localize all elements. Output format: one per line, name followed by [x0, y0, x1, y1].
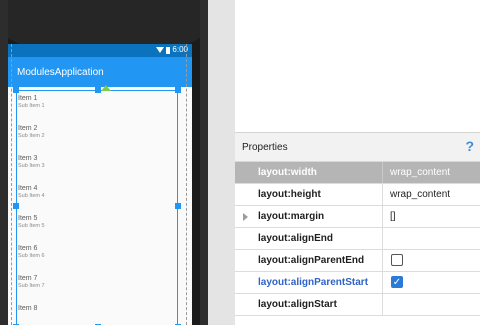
list-item-title: Item 8: [18, 305, 38, 312]
list-item-subtitle: Sub Item 6: [18, 253, 45, 259]
list-item[interactable]: Item 1 Sub Item 1: [8, 87, 192, 117]
list-item-subtitle: Sub Item 5: [18, 223, 45, 229]
column-divider: [382, 272, 383, 293]
properties-header: Properties ?: [235, 133, 480, 162]
properties-panel: Properties ? layout:width wrap_content l…: [235, 132, 480, 326]
column-divider: [382, 184, 383, 205]
list-item[interactable]: Item 3 Sub Item 3: [8, 147, 192, 177]
column-divider: [382, 206, 383, 227]
list-item-subtitle: Sub Item 7: [18, 283, 45, 289]
property-value[interactable]: []: [390, 211, 396, 222]
property-name: layout:alignStart: [258, 299, 337, 310]
column-divider: [382, 294, 383, 315]
list-item[interactable]: Item 6 Sub Item 6: [8, 237, 192, 267]
list-item[interactable]: Item 2 Sub Item 2: [8, 117, 192, 147]
property-name: layout:height: [258, 189, 321, 200]
property-name: layout:alignParentStart: [258, 277, 369, 288]
property-name: layout:margin: [258, 211, 325, 222]
help-icon[interactable]: ?: [465, 138, 474, 154]
property-row-align-end[interactable]: layout:alignEnd: [235, 228, 480, 250]
property-row-height[interactable]: layout:height wrap_content: [235, 184, 480, 206]
list-item[interactable]: Item 5 Sub Item 5: [8, 207, 192, 237]
list-view[interactable]: Item 1 Sub Item 1 Item 2 Sub Item 2 Item…: [8, 87, 192, 325]
device-screen[interactable]: 6:00 ModulesApplication Item 1 Sub Item …: [8, 44, 192, 325]
list-item-subtitle: Sub Item 2: [18, 133, 45, 139]
list-item-subtitle: Sub Item 1: [18, 103, 45, 109]
properties-title: Properties: [242, 142, 288, 153]
list-item-title: Item 2: [18, 125, 38, 132]
list-item-title: Item 6: [18, 245, 38, 252]
battery-icon: [166, 46, 171, 54]
status-icons: 6:00: [156, 45, 188, 55]
property-name: layout:alignEnd: [258, 233, 333, 244]
list-item-title: Item 3: [18, 155, 38, 162]
property-row-margin[interactable]: layout:margin []: [235, 206, 480, 228]
list-item[interactable]: Item 7 Sub Item 7: [8, 267, 192, 297]
device-frame: 6:00 ModulesApplication Item 1 Sub Item …: [0, 0, 208, 325]
property-row-align-start[interactable]: layout:alignStart: [235, 294, 480, 316]
property-value[interactable]: wrap_content: [390, 167, 450, 178]
list-item[interactable]: Item 4 Sub Item 4: [8, 177, 192, 207]
app-bar: ModulesApplication: [8, 57, 192, 87]
list-item-title: Item 7: [18, 275, 38, 282]
column-divider: [382, 228, 383, 249]
column-divider: [382, 250, 383, 271]
list-item-title: Item 5: [18, 215, 38, 222]
property-row-width[interactable]: layout:width wrap_content: [235, 162, 480, 184]
expand-arrow-icon[interactable]: [243, 213, 248, 221]
property-row-align-parent-end[interactable]: layout:alignParentEnd: [235, 250, 480, 272]
list-item[interactable]: Item 8: [8, 297, 192, 325]
app-title: ModulesApplication: [17, 67, 104, 78]
property-name: layout:alignParentEnd: [258, 255, 365, 266]
list-item-subtitle: Sub Item 3: [18, 163, 45, 169]
property-row-align-parent-start[interactable]: layout:alignParentStart ✓: [235, 272, 480, 294]
checkbox-icon[interactable]: ✓: [391, 276, 403, 288]
list-item-title: Item 4: [18, 185, 38, 192]
list-item-subtitle: Sub Item 4: [18, 193, 45, 199]
device-right-edge: [200, 0, 208, 325]
status-bar: 6:00: [8, 44, 192, 57]
list-item-title: Item 1: [18, 95, 38, 102]
column-divider: [382, 162, 383, 183]
wifi-icon: [156, 47, 165, 53]
property-name: layout:width: [258, 167, 317, 178]
canvas-divider: [208, 0, 235, 325]
property-value[interactable]: wrap_content: [390, 189, 450, 200]
checkbox-icon[interactable]: [391, 254, 403, 266]
device-left-edge: [0, 0, 8, 325]
